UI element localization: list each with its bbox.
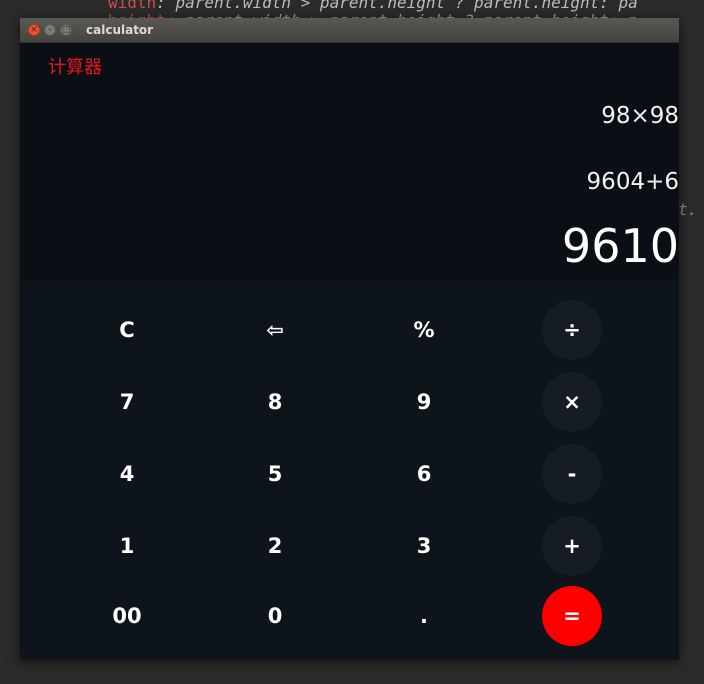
minus-key[interactable]: -	[542, 444, 602, 504]
window-title: calculator	[86, 23, 154, 37]
minimize-window-button[interactable]: –	[44, 24, 56, 36]
digit-0-key[interactable]: 0	[245, 586, 305, 646]
close-icon: ×	[30, 24, 38, 35]
equals-key[interactable]: =	[542, 586, 602, 646]
digit-5-key[interactable]: 5	[245, 444, 305, 504]
backspace-key[interactable]: ⇦	[245, 300, 305, 360]
minimize-icon: –	[47, 24, 53, 35]
app-label: 计算器	[48, 57, 102, 78]
digit-6-key[interactable]: 6	[394, 444, 454, 504]
close-window-button[interactable]: ×	[28, 24, 40, 36]
plus-key[interactable]: +	[542, 516, 602, 576]
digit-7-key[interactable]: 7	[97, 372, 157, 432]
percent-key[interactable]: %	[394, 300, 454, 360]
divide-key[interactable]: ÷	[542, 300, 602, 360]
digit-2-key[interactable]: 2	[245, 516, 305, 576]
background-code-fragment: t.	[678, 200, 698, 219]
digit-3-key[interactable]: 3	[394, 516, 454, 576]
digit-4-key[interactable]: 4	[97, 444, 157, 504]
history-line-2: 9604+6	[586, 169, 679, 195]
decimal-point-key[interactable]: .	[394, 586, 454, 646]
result-value: 9610	[561, 219, 679, 273]
calculator-display: 计算器 98×98 9604+6 9610	[20, 43, 679, 279]
digit-1-key[interactable]: 1	[97, 516, 157, 576]
maximize-window-button[interactable]: □	[60, 24, 72, 36]
keypad: C ⇦% ÷ 7 8 9 × 4 5 6-1 2 3 +00 0. =	[20, 279, 679, 660]
maximize-icon: □	[61, 24, 71, 35]
title-bar[interactable]: × – □ calculator	[20, 18, 679, 43]
double-zero-key[interactable]: 00	[97, 586, 157, 646]
digit-9-key[interactable]: 9	[394, 372, 454, 432]
calculator-window: × – □ calculator 计算器 98×98 9604+6 9610 C…	[20, 18, 679, 660]
digit-8-key[interactable]: 8	[245, 372, 305, 432]
clear-key[interactable]: C	[97, 300, 157, 360]
history-line-1: 98×98	[601, 103, 679, 129]
multiply-key[interactable]: ×	[542, 372, 602, 432]
